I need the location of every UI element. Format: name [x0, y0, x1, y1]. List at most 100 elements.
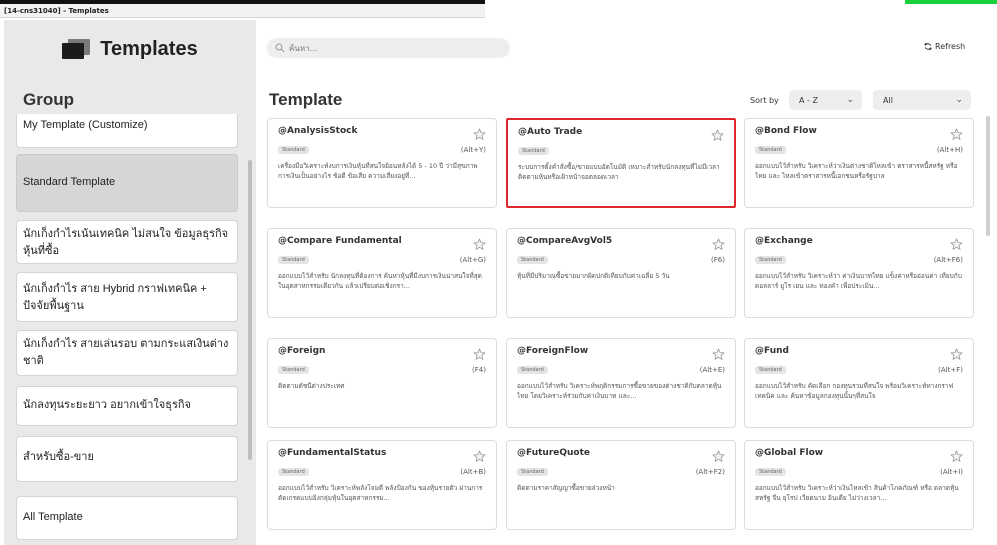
- template-card[interactable]: @Compare Fundamental Standard (Alt+G) ออกแบ…: [267, 228, 497, 318]
- group-heading: Group: [23, 90, 74, 109]
- shortcut-key: (Alt+B): [460, 468, 486, 476]
- search-input[interactable]: [289, 43, 489, 53]
- template-name: @FutureQuote: [517, 448, 591, 458]
- standard-badge: Standard: [278, 366, 309, 374]
- template-name: @AnalysisStock: [278, 126, 358, 136]
- template-card[interactable]: @Global Flow Standard (Alt+I) ออกแบบไว้สำหร…: [744, 440, 974, 530]
- template-name: @Global Flow: [755, 448, 824, 458]
- refresh-label: Refresh: [935, 42, 966, 51]
- sort-by-label: Sort by: [750, 96, 779, 105]
- template-description: ออกแบบไว้สำหรับ นักลงทุนที่ต้องการ ค้นหา…: [278, 272, 482, 290]
- template-description: ออกแบบไว้สำหรับ วิเคราะห์ว่าเงินต่างชาติ…: [755, 162, 958, 180]
- template-name: @Auto Trade: [518, 127, 583, 137]
- group-item-label: นักเก็งกำไร สาย Hybrid กราฟเทคนิค + ปัจจ…: [23, 283, 207, 312]
- template-card[interactable]: @Auto Trade Standard ระบบการตั้งคำสั่งซื้อ…: [506, 118, 736, 208]
- standard-badge: Standard: [278, 256, 309, 264]
- template-name: @Foreign: [278, 346, 326, 356]
- chevron-down-icon: ⌄: [846, 95, 854, 105]
- star-icon[interactable]: [473, 236, 486, 250]
- group-item-my-template[interactable]: My Template (Customize): [16, 114, 238, 148]
- template-description: เครื่องมือวิเคราะห์งบการเงินหุ้นที่สนใจย…: [278, 162, 478, 180]
- standard-badge: Standard: [517, 256, 548, 264]
- group-item-standard-template[interactable]: Standard Template: [16, 154, 238, 212]
- group-item-all-template[interactable]: All Template: [16, 496, 238, 540]
- star-icon[interactable]: [473, 126, 486, 140]
- group-item-label: My Template (Customize): [23, 119, 148, 131]
- shortcut-key: (Alt+H): [936, 146, 963, 154]
- template-name: @ForeignFlow: [517, 346, 589, 356]
- template-card[interactable]: @AnalysisStock Standard (Alt+Y) เครื่องมือว…: [267, 118, 497, 208]
- template-name: @CompareAvgVol5: [517, 236, 613, 246]
- template-description: หุ้นที่มีปริมาณซื้อขายมากผิดปกติเทียบกับ…: [517, 272, 670, 280]
- shortcut-key: (Alt+G): [459, 256, 486, 264]
- template-grid-scrollbar[interactable]: [986, 116, 990, 236]
- star-icon[interactable]: [711, 127, 724, 141]
- group-item-label: All Template: [23, 511, 83, 523]
- standard-badge: Standard: [278, 468, 309, 476]
- group-item-buy-sell[interactable]: สำหรับซื้อ-ขาย: [16, 436, 238, 482]
- template-name: @Bond Flow: [755, 126, 817, 136]
- group-item-label: นักเก็งกำไรเน้นเทคนิค ไม่สนใจ ข้อมูลธุรก…: [23, 228, 229, 257]
- star-icon[interactable]: [712, 346, 725, 360]
- template-name: @Exchange: [755, 236, 813, 246]
- search-box[interactable]: [267, 38, 510, 58]
- star-icon[interactable]: [950, 448, 963, 462]
- template-card[interactable]: @Fund Standard (Alt+F) ออกแบบไว้สำหรับ คัดเ…: [744, 338, 974, 428]
- template-description: ระบบการตั้งคำสั่งซื้อ/ขายแบบอัตโนมัติ เห…: [518, 163, 720, 181]
- template-description: ออกแบบไว้สำหรับ คัดเลือก กองทุนรวมที่สนใ…: [755, 382, 954, 400]
- group-item-hybrid-trader[interactable]: นักเก็งกำไร สาย Hybrid กราฟเทคนิค + ปัจจ…: [16, 272, 238, 322]
- sort-value: A - Z: [799, 95, 818, 105]
- refresh-icon: [924, 42, 932, 51]
- shortcut-key: (Alt+Y): [460, 146, 486, 154]
- group-item-technical-trader[interactable]: นักเก็งกำไรเน้นเทคนิค ไม่สนใจ ข้อมูลธุรก…: [16, 220, 238, 264]
- standard-badge: Standard: [755, 366, 786, 374]
- standard-badge: Standard: [755, 146, 786, 154]
- templates-logo-icon: [62, 39, 92, 59]
- standard-badge: Standard: [755, 256, 786, 264]
- star-icon[interactable]: [473, 448, 486, 462]
- standard-badge: Standard: [278, 146, 309, 154]
- star-icon[interactable]: [712, 236, 725, 250]
- logo-text: Templates: [100, 37, 198, 60]
- shortcut-key: (F6): [711, 256, 725, 264]
- star-icon[interactable]: [473, 346, 486, 360]
- star-icon[interactable]: [950, 236, 963, 250]
- window-title: [14-cns31040] - Templates: [0, 4, 485, 18]
- app-logo: Templates: [4, 20, 256, 78]
- template-card[interactable]: @Foreign Standard (F4) ติดตามดัชนีต่างประเท…: [267, 338, 497, 428]
- shortcut-key: (Alt+F): [938, 366, 963, 374]
- main-panel: Refresh Template Sort by A - Z ⌄ All ⌄ @…: [256, 20, 997, 545]
- template-description: ออกแบบไว้สำหรับ วิเคราะห์ว่าเงินไหลเข้า …: [755, 484, 959, 502]
- group-item-label: สำหรับซื้อ-ขาย: [23, 451, 94, 463]
- star-icon[interactable]: [950, 126, 963, 140]
- sidebar: Templates Group My Template (Customize) …: [4, 20, 256, 545]
- filter-value: All: [883, 95, 893, 105]
- template-name: @Compare Fundamental: [278, 236, 402, 246]
- group-list-scrollbar[interactable]: [248, 160, 252, 460]
- star-icon[interactable]: [950, 346, 963, 360]
- filter-select[interactable]: All ⌄: [873, 90, 971, 110]
- standard-badge: Standard: [755, 468, 786, 476]
- group-list: My Template (Customize) Standard Templat…: [16, 114, 246, 544]
- group-item-label: นักเก็งกำไร สายเล่นรอบ ตามกระแสเงินต่างช…: [23, 338, 229, 367]
- template-description: ติดตามดัชนีต่างประเทศ: [278, 382, 345, 390]
- template-card[interactable]: @CompareAvgVol5 Standard (F6) หุ้นที่มีปริม…: [506, 228, 736, 318]
- template-card[interactable]: @FundamentalStatus Standard (Alt+B) ออกแบบไ…: [267, 440, 497, 530]
- top-green-bar: [905, 0, 997, 4]
- template-name: @Fund: [755, 346, 789, 356]
- star-icon[interactable]: [712, 448, 725, 462]
- group-item-long-term-investor[interactable]: นักลงทุนระยะยาว อยากเข้าใจธุรกิจ: [16, 386, 238, 426]
- refresh-button[interactable]: Refresh: [923, 42, 965, 51]
- template-card[interactable]: @Bond Flow Standard (Alt+H) ออกแบบไว้สำหรับ…: [744, 118, 974, 208]
- template-description: ออกแบบไว้สำหรับ วิเคราะห์พลังโจมตี พลังป…: [278, 484, 483, 502]
- group-item-foreign-flow-trader[interactable]: นักเก็งกำไร สายเล่นรอบ ตามกระแสเงินต่างช…: [16, 330, 238, 376]
- shortcut-key: (Alt+F6): [933, 256, 963, 264]
- template-description: ติดตามราคาสัญญาซื้อขายล่วงหน้า: [517, 484, 615, 492]
- template-card[interactable]: @FutureQuote Standard (Alt+F2) ติดตามราคาสั…: [506, 440, 736, 530]
- standard-badge: Standard: [517, 468, 548, 476]
- standard-badge: Standard: [517, 366, 548, 374]
- template-heading: Template: [269, 90, 343, 109]
- template-card[interactable]: @ForeignFlow Standard (Alt+E) ออกแบบไว้สำหร…: [506, 338, 736, 428]
- template-card[interactable]: @Exchange Standard (Alt+F6) ออกแบบไว้สำหรับ…: [744, 228, 974, 318]
- sort-select[interactable]: A - Z ⌄: [789, 90, 862, 110]
